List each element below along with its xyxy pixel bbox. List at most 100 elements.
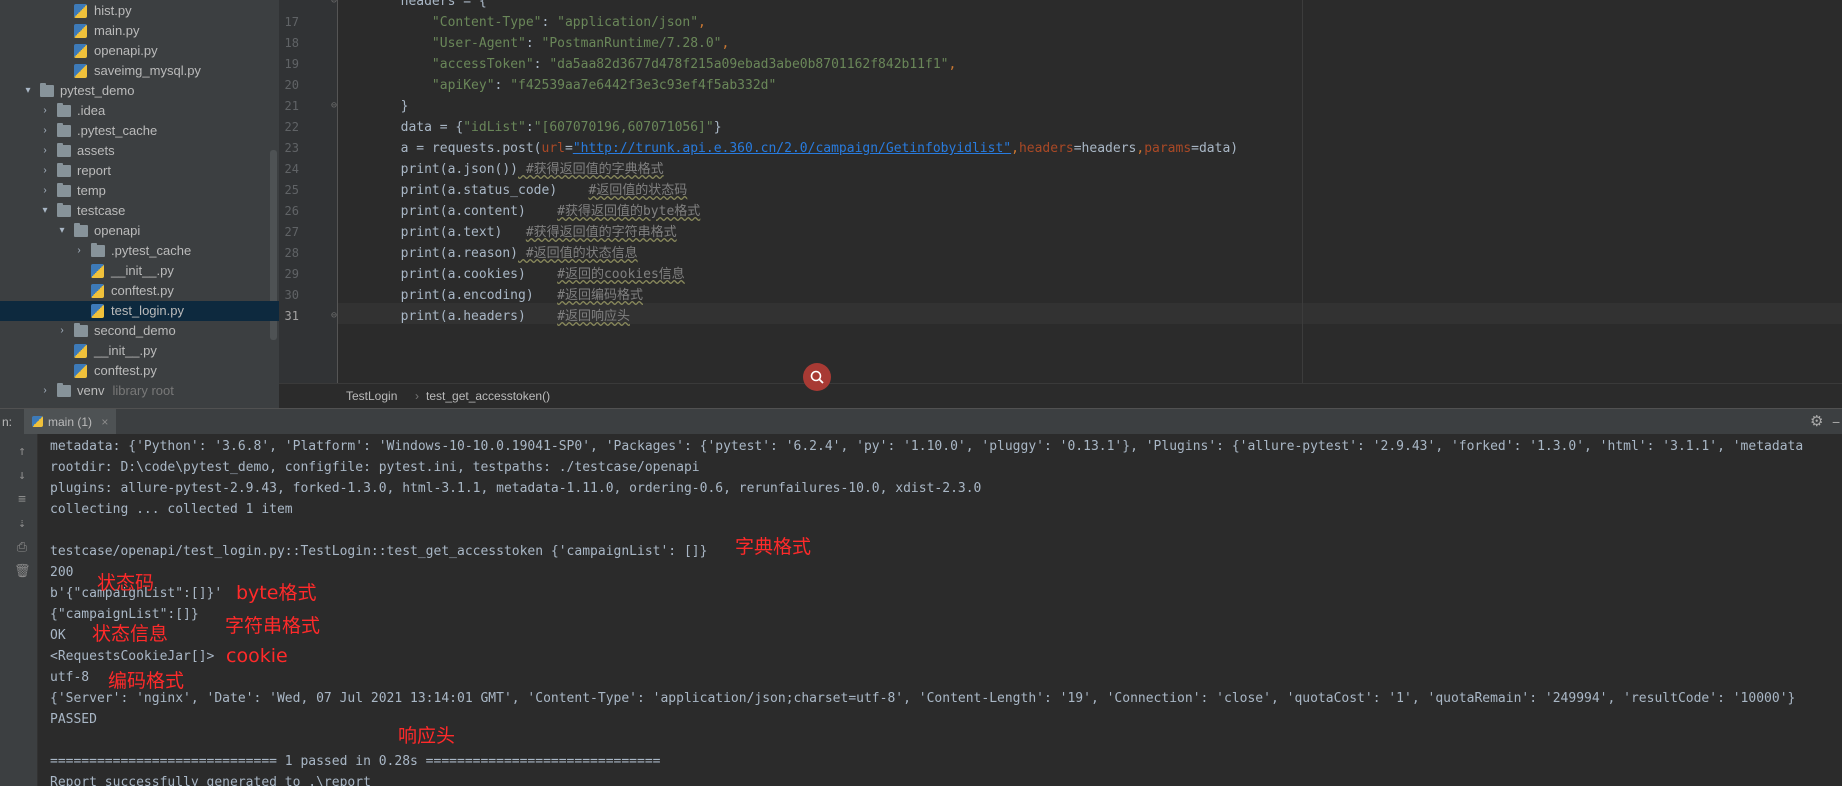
run-tab-main[interactable]: main (1) × [24, 409, 117, 435]
code-editor[interactable]: headers = { "Content-Type": "application… [338, 0, 1842, 383]
tree-item-venv[interactable]: › venv library root [0, 381, 279, 401]
fold-icon[interactable]: ⊖ [331, 310, 337, 321]
code-line: headers = { [338, 0, 487, 9]
tree-item-temp[interactable]: › temp [0, 181, 279, 201]
tree-item-label: .idea [77, 103, 106, 118]
tree-item-hist-py[interactable]: hist.py [0, 1, 279, 21]
tree-item-openapi-py[interactable]: openapi.py [0, 41, 279, 61]
line-number: 30 [284, 288, 299, 302]
tree-item-conftest-py[interactable]: conftest.py [0, 281, 279, 301]
scroll-to-end-icon[interactable]: ⇣ [14, 516, 30, 532]
code-line: print(a.json()) #获得返回值的字典格式 [338, 162, 664, 177]
chevron-right-icon[interactable]: › [56, 321, 68, 341]
line-number: 21 [284, 99, 299, 113]
annotation-status-code: 状态码 [97, 572, 155, 594]
chevron-down-icon[interactable]: ▾ [22, 81, 34, 101]
tree-item-label: __init__.py [111, 263, 174, 278]
tree-item-idea[interactable]: › .idea [0, 101, 279, 121]
chevron-right-icon[interactable]: › [39, 181, 51, 201]
python-file-icon [91, 304, 104, 318]
python-file-icon [74, 364, 87, 378]
tree-item-conftest-py[interactable]: conftest.py [0, 361, 279, 381]
tree-item-testcase[interactable]: ▾ testcase [0, 201, 279, 221]
python-file-icon [74, 44, 87, 58]
chevron-right-icon[interactable]: › [39, 161, 51, 181]
library-root-hint: library root [112, 383, 174, 398]
console-line: plugins: allure-pytest-2.9.43, forked-1.… [50, 481, 982, 496]
minimize-icon[interactable]: − [1832, 409, 1840, 435]
tree-item-label: __init__.py [94, 343, 157, 358]
breadcrumb: TestLogin › test_get_accesstoken() [279, 383, 1842, 409]
chevron-down-icon[interactable]: ▾ [39, 201, 51, 221]
line-number: 25 [284, 183, 299, 197]
tree-item-label: openapi [94, 223, 141, 238]
tree-item-label: second_demo [94, 323, 176, 338]
console-line: ============================= 1 passed i… [50, 754, 661, 769]
annotation-encoding-format: 编码格式 [108, 670, 185, 692]
code-line: print(a.status_code) #返回值的状态码 [338, 183, 688, 198]
tree-item-report[interactable]: › report [0, 161, 279, 181]
fold-icon[interactable]: ⊖ [331, 0, 337, 6]
python-file-icon [32, 416, 43, 427]
chevron-down-icon[interactable]: ▾ [56, 221, 68, 241]
chevron-right-icon[interactable]: › [39, 101, 51, 121]
search-icon[interactable] [803, 363, 831, 391]
breadcrumb-method[interactable]: test_get_accesstoken() [426, 384, 550, 409]
chevron-right-icon[interactable]: › [39, 141, 51, 161]
print-icon[interactable]: ⎙ [14, 540, 30, 556]
run-panel-prefix: n: [2, 415, 13, 429]
folder-icon [57, 183, 71, 197]
tree-item-main-py[interactable]: main.py [0, 21, 279, 41]
console-line: OK [50, 628, 66, 643]
editor-gutter: 17 18 19 20 21 22 23 24 25 26 27 28 29 30 31 ⊖ ⊖ ⊖ [279, 0, 338, 383]
python-file-icon [74, 64, 87, 78]
tree-item-label: report [77, 163, 111, 178]
tree-item-label: venv library root [77, 383, 174, 398]
console-line: {'Server': 'nginx', 'Date': 'Wed, 07 Jul… [50, 691, 1796, 706]
tree-item-label: assets [77, 143, 115, 158]
gear-icon[interactable]: ⚙ [1810, 409, 1823, 435]
tree-item-label: conftest.py [111, 283, 174, 298]
code-line: } [338, 99, 409, 114]
breadcrumb-class[interactable]: TestLogin [346, 384, 397, 409]
folder-icon [91, 243, 105, 257]
fold-icon[interactable]: ⊖ [331, 100, 337, 111]
line-number: 22 [284, 120, 299, 134]
close-icon[interactable]: × [101, 415, 108, 429]
tree-item-saveimg-mysql-py[interactable]: saveimg_mysql.py [0, 61, 279, 81]
console-line: PASSED [50, 712, 97, 727]
chevron-right-icon[interactable]: › [39, 381, 51, 401]
line-number [279, 0, 299, 12]
chevron-right-icon[interactable]: › [39, 121, 51, 141]
arrow-down-icon[interactable]: ↓ [14, 468, 30, 484]
tree-item-pytest-cache[interactable]: › .pytest_cache [0, 241, 279, 261]
python-file-icon [74, 344, 87, 358]
tree-item-pytest-cache[interactable]: › .pytest_cache [0, 121, 279, 141]
tree-item-init-py[interactable]: __init__.py [0, 341, 279, 361]
trash-icon[interactable]: 🗑 [14, 564, 31, 580]
folder-icon [74, 323, 88, 337]
soft-wrap-icon[interactable]: ≡ [14, 492, 30, 508]
line-number: 23 [284, 141, 299, 155]
code-line: print(a.reason) #返回值的状态信息 [338, 246, 638, 261]
tree-item-second-demo[interactable]: › second_demo [0, 321, 279, 341]
folder-icon [57, 163, 71, 177]
tree-item-pytest-demo[interactable]: ▾ pytest_demo [0, 81, 279, 101]
console-line: 200 [50, 565, 74, 580]
tree-item-init-py[interactable]: __init__.py [0, 261, 279, 281]
tree-item-assets[interactable]: › assets [0, 141, 279, 161]
tree-item-label: .pytest_cache [77, 123, 158, 138]
annotation-status-info: 状态信息 [92, 623, 169, 645]
tree-item-label: test_login.py [111, 303, 184, 318]
tree-item-openapi[interactable]: ▾ openapi [0, 221, 279, 241]
tree-item-label: temp [77, 183, 106, 198]
arrow-up-icon[interactable]: ↑ [14, 444, 30, 460]
tree-item-test-login-py[interactable]: test_login.py [0, 301, 279, 321]
line-number: 20 [284, 78, 299, 92]
line-number: 19 [284, 57, 299, 71]
chevron-right-icon[interactable]: › [73, 241, 85, 261]
line-number: 31 [284, 309, 299, 323]
annotation-response-headers: 响应头 [398, 725, 456, 747]
console-line: utf-8 [50, 670, 90, 685]
run-console[interactable]: metadata: {'Python': '3.6.8', 'Platform'… [38, 434, 1842, 786]
